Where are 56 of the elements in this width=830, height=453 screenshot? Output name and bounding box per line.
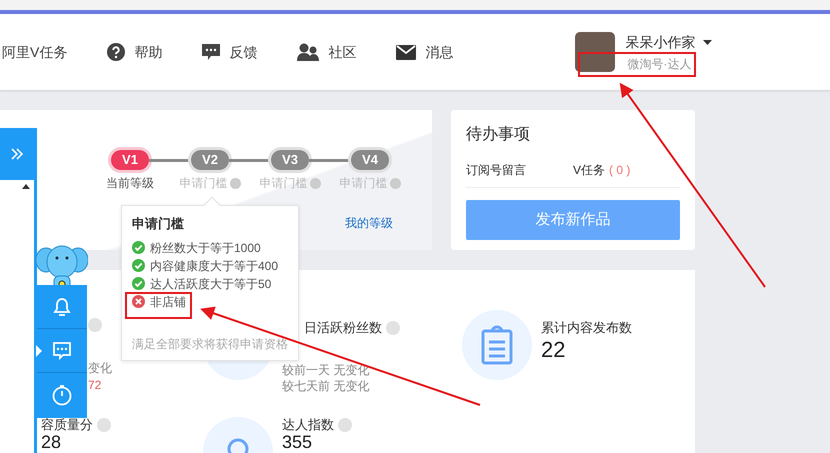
nav-link[interactable]: 反馈 — [202, 42, 258, 62]
mail-icon — [396, 44, 416, 60]
stat-value: 22 — [541, 338, 566, 362]
level-label: 当前等级 — [106, 175, 154, 192]
stat-label: 容质量分 — [41, 417, 93, 434]
caret-icon — [703, 40, 712, 44]
my-level-link[interactable]: 我的等级 — [345, 214, 393, 232]
level-badge: V3 — [271, 150, 309, 170]
highlight-box — [125, 292, 192, 319]
help-icon — [107, 43, 126, 61]
todo-title: 待办事项 — [466, 124, 531, 145]
requirement-text: 粉丝数大于等于1000 — [150, 240, 261, 256]
nav-link[interactable]: 消息 — [396, 42, 454, 62]
todo-item[interactable]: 订阅号留言 — [466, 163, 526, 177]
nav-link[interactable]: 社区 — [297, 42, 356, 62]
user-name-dropdown[interactable]: 呆呆小作家 — [625, 32, 712, 52]
help-icon[interactable] — [338, 418, 352, 432]
requirement-text: 内容健康度大于等于400 — [150, 258, 278, 274]
scroll-up-icon[interactable] — [22, 184, 30, 189]
chat-icon — [202, 44, 220, 60]
avatar-placeholder[interactable] — [575, 32, 616, 72]
clipboard-icon — [481, 325, 513, 365]
help-icon[interactable] — [390, 178, 400, 188]
stat-change: 变化 — [88, 360, 112, 376]
stat-delta: 72 — [88, 377, 102, 394]
user-role: 微淘号·达人 — [626, 56, 692, 72]
stat-value: 28 — [41, 433, 62, 452]
people-icon — [297, 43, 320, 61]
level-badge: V2 — [191, 150, 229, 170]
todo-item[interactable]: V任务 — [573, 163, 606, 177]
stat-label: 累计内容发布数 — [541, 319, 632, 337]
stat-label: 达人指数 — [282, 417, 334, 434]
stat-change: 较七天前 无变化 — [282, 378, 370, 394]
popover-note: 满足全部要求将获得申请资格 — [132, 336, 288, 352]
help-icon[interactable] — [88, 318, 102, 332]
help-icon[interactable] — [386, 320, 400, 335]
level-label: 申请门槛 — [180, 175, 228, 192]
level-label: 申请门槛 — [260, 175, 308, 192]
help-icon[interactable] — [230, 178, 240, 188]
nav-link[interactable]: 阿里V任务 — [2, 42, 68, 62]
level-badge: V1 — [111, 150, 149, 170]
stat-label: 日活跃粉丝数 — [304, 319, 382, 337]
timer-icon[interactable] — [51, 384, 73, 406]
chat-icon[interactable] — [52, 340, 72, 360]
bell-icon[interactable] — [53, 296, 71, 316]
help-icon[interactable] — [97, 418, 111, 432]
nav-link[interactable]: 帮助 — [107, 42, 162, 62]
requirement-text: 达人活跃度大于等于50 — [150, 276, 272, 292]
double-chevron-icon — [10, 147, 24, 161]
todo-count: ( 0 ) — [609, 163, 630, 177]
level-label: 申请门槛 — [340, 175, 388, 192]
help-icon[interactable] — [310, 178, 320, 188]
popover-title: 申请门槛 — [132, 215, 185, 233]
stat-value: 355 — [282, 433, 314, 452]
requirement-text: 非店铺 — [150, 294, 186, 310]
level-badge: V4 — [351, 150, 389, 170]
